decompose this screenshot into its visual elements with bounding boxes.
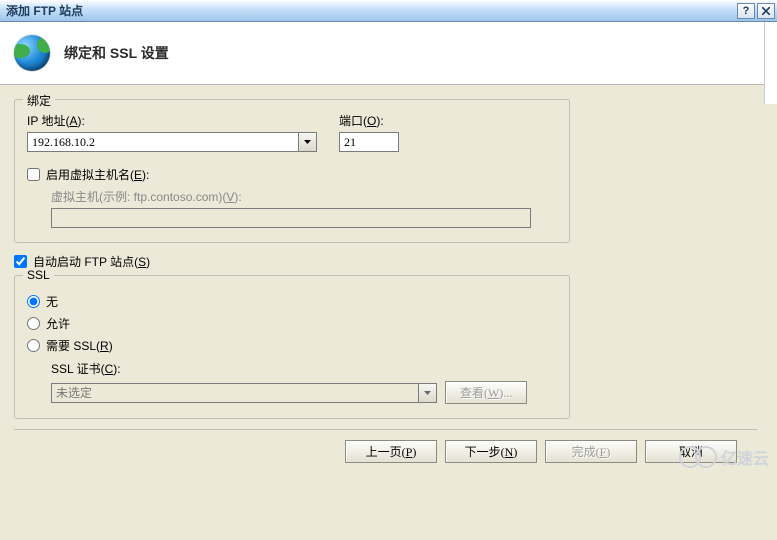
vhost-input [51,208,531,228]
window-controls: ? [737,3,775,19]
dialog-body: 绑定 IP 地址(A): 端口(O): [0,85,777,473]
ssl-require-label: 需要 SSL(R) [46,337,113,354]
ssl-legend: SSL [23,268,54,282]
prev-button[interactable]: 上一页(P) [345,440,437,463]
ssl-none-label: 无 [46,293,58,310]
ssl-require-radio[interactable] [27,339,40,352]
autostart-row: 自动启动 FTP 站点(S) [14,253,757,270]
chevron-down-icon [304,140,311,144]
ssl-cert-label: SSL 证书(C): [51,360,557,377]
footer-buttons: 上一页(P) 下一步(N) 完成(F) 取消 [14,429,757,463]
ip-address-input[interactable] [28,133,298,151]
ip-address-label: IP 地址(A): [27,112,317,129]
autostart-checkbox[interactable] [14,255,27,268]
help-button[interactable]: ? [737,3,755,19]
ssl-allow-radio[interactable] [27,317,40,330]
chevron-down-icon [424,391,431,395]
vhost-hint-label: 虚拟主机(示例: ftp.contoso.com)(V): [51,188,557,205]
ssl-cert-dropdown-button [418,384,436,402]
finish-button: 完成(F) [545,440,637,463]
ssl-group: SSL 无 允许 需要 SSL(R) SSL 证书(C): [14,275,570,419]
close-icon [762,7,770,15]
enable-vhost-checkbox[interactable] [27,168,40,181]
view-cert-button: 查看(W)... [445,381,527,404]
port-input[interactable] [339,132,399,152]
title-bar: 添加 FTP 站点 ? [0,0,777,22]
header-area: 绑定和 SSL 设置 [0,22,777,85]
next-button[interactable]: 下一步(N) [445,440,537,463]
page-title: 绑定和 SSL 设置 [64,43,169,63]
ssl-allow-label: 允许 [46,315,70,332]
ssl-none-radio[interactable] [27,295,40,308]
binding-legend: 绑定 [23,92,55,109]
globe-icon [14,35,50,71]
binding-group: 绑定 IP 地址(A): 端口(O): [14,99,570,243]
port-label: 端口(O): [339,112,409,129]
dialog-title: 添加 FTP 站点 [6,2,83,19]
ip-dropdown-button[interactable] [298,133,316,151]
ssl-cert-dropdown [51,383,437,403]
enable-vhost-label: 启用虚拟主机名(E): [46,166,149,183]
close-button[interactable] [757,3,775,19]
right-edge-decoration [764,22,777,104]
ip-address-dropdown[interactable] [27,132,317,152]
cancel-button[interactable]: 取消 [645,440,737,463]
dialog-window: 添加 FTP 站点 ? 绑定和 SSL 设置 绑定 IP 地址(A): [0,0,777,473]
ssl-cert-input [52,384,418,402]
